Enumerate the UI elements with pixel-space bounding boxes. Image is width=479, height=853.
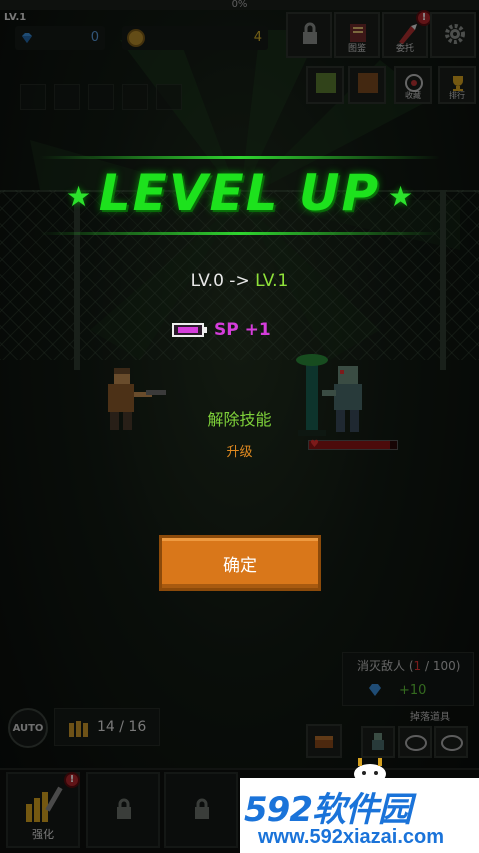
confirm-button[interactable]: 确定	[159, 535, 321, 591]
level-from: LV.0	[190, 271, 224, 291]
site-watermark: 592软件园 www.592xiazai.com	[240, 778, 479, 853]
level-to: LV.1	[255, 271, 289, 291]
level-arrow: ->	[223, 271, 256, 291]
watermark-url: www.592xiazai.com	[258, 826, 445, 848]
unlocked-skill-name: 解除技能	[207, 410, 272, 429]
level-up-bottom-line	[40, 232, 440, 235]
star-icon: ★	[388, 180, 414, 213]
watermark-brand: 592软件园	[244, 790, 412, 830]
skill-point-reward: SP +1	[172, 318, 271, 342]
skill-point-text: SP +1	[214, 320, 271, 340]
level-up-top-line	[40, 156, 440, 159]
game-scene: 0% LV.1 0 4 图鉴 委托 ! 收藏 排行 ♥ 消灭敌人 (1 / 10…	[0, 0, 479, 853]
skill-point-icon	[172, 323, 207, 337]
unlocked-skill-level: 升级	[226, 445, 253, 460]
level-change: LV.0 -> LV.1	[0, 271, 479, 291]
